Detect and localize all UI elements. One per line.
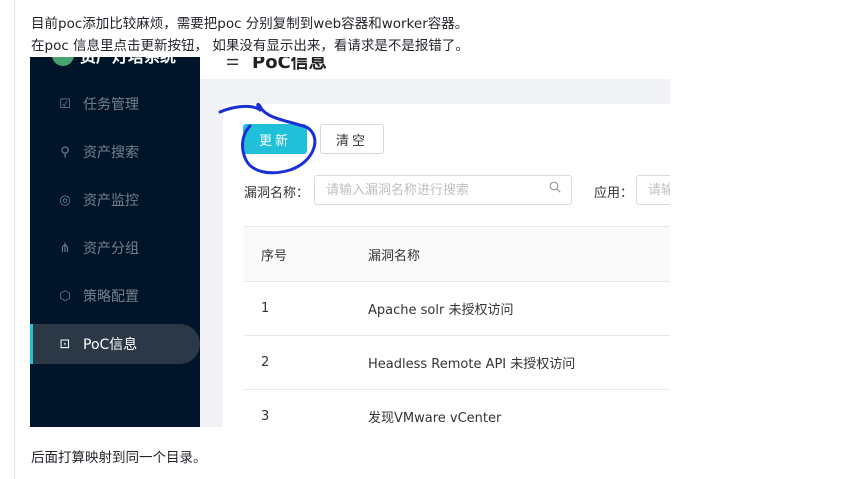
- sidebar-item-label: 任务管理: [83, 97, 139, 113]
- page-header: ☰ PoC信息: [200, 57, 670, 79]
- column-header-index: 序号: [261, 248, 288, 264]
- table-cell-index: 2: [261, 355, 270, 370]
- sidebar-item-asset-monitor[interactable]: ◎ 资产监控: [30, 180, 200, 220]
- sidebar-item-policy-config[interactable]: ⬡ 策略配置: [30, 276, 200, 316]
- note-line-3: 后面打算映射到同一个目录。: [31, 450, 207, 466]
- sidebar-item-label: 资产搜索: [83, 145, 139, 161]
- sidebar-item-label: 资产分组: [83, 241, 139, 257]
- document-left-border: [14, 0, 15, 479]
- sidebar-item-asset-search[interactable]: ⚲ 资产搜索: [30, 132, 200, 172]
- sidebar: 资产灯塔系统 ☑ 任务管理 ⚲ 资产搜索 ◎ 资产监控 ⋔ 资产分组 ⬡ 策略配…: [30, 57, 200, 427]
- sidebar-item-asset-group[interactable]: ⋔ 资产分组: [30, 228, 200, 268]
- table-cell-index: 1: [261, 301, 270, 316]
- clear-button[interactable]: 清空: [320, 124, 384, 154]
- table-cell-vuln-name: Apache solr 未授权访问: [368, 303, 514, 318]
- menu-toggle-icon[interactable]: ☰: [226, 57, 239, 69]
- group-icon: ⋔: [59, 240, 71, 256]
- app-filter-input[interactable]: [636, 175, 670, 205]
- content-card: 更新 清空 漏洞名称： 应用： 序号 漏洞名称 1 Apache solr 未授…: [223, 104, 670, 427]
- app-brand-name: 资产灯塔系统: [80, 57, 176, 66]
- monitor-icon: ◎: [59, 192, 71, 208]
- note-line-2: 在poc 信息里点击更新按钮， 如果没有显示出来，看请求是不是报错了。: [31, 38, 469, 54]
- update-button[interactable]: 更新: [243, 124, 307, 154]
- table-row: 1 Apache solr 未授权访问: [244, 282, 670, 336]
- table-cell-vuln-name: Headless Remote API 未授权访问: [368, 357, 576, 372]
- embedded-app-screenshot: 资产灯塔系统 ☑ 任务管理 ⚲ 资产搜索 ◎ 资产监控 ⋔ 资产分组 ⬡ 策略配…: [30, 57, 670, 427]
- sidebar-item-label: 策略配置: [83, 289, 139, 305]
- app-filter-label: 应用：: [594, 186, 634, 201]
- table-cell-vuln-name: 发现VMware vCenter: [368, 411, 502, 426]
- table-cell-index: 3: [261, 409, 270, 424]
- search-icon[interactable]: [549, 181, 561, 193]
- table-row: 3 发现VMware vCenter: [244, 390, 670, 427]
- sidebar-item-task-management[interactable]: ☑ 任务管理: [30, 84, 200, 124]
- search-icon: ⚲: [60, 144, 70, 160]
- app-brand: 资产灯塔系统: [52, 57, 176, 73]
- task-icon: ☑: [59, 96, 71, 112]
- column-header-vuln-name: 漏洞名称: [368, 248, 421, 264]
- vuln-name-label: 漏洞名称：: [244, 186, 310, 201]
- note-line-1: 目前poc添加比较麻烦，需要把poc 分别复制到web容器和worker容器。: [31, 16, 469, 32]
- logo-icon: [52, 57, 74, 66]
- terminal-icon: ⊡: [59, 336, 71, 352]
- table-row: 2 Headless Remote API 未授权访问: [244, 336, 670, 390]
- poc-table: 序号 漏洞名称 1 Apache solr 未授权访问 2 Headless R…: [244, 226, 670, 427]
- vuln-name-search-input[interactable]: [314, 175, 572, 205]
- sidebar-item-poc-info[interactable]: ⊡ PoC信息: [30, 324, 200, 364]
- sidebar-item-label: 资产监控: [83, 193, 139, 209]
- page-title: PoC信息: [252, 57, 327, 73]
- policy-icon: ⬡: [59, 288, 71, 304]
- sidebar-item-label: PoC信息: [83, 337, 138, 353]
- table-header: 序号 漏洞名称: [244, 227, 670, 282]
